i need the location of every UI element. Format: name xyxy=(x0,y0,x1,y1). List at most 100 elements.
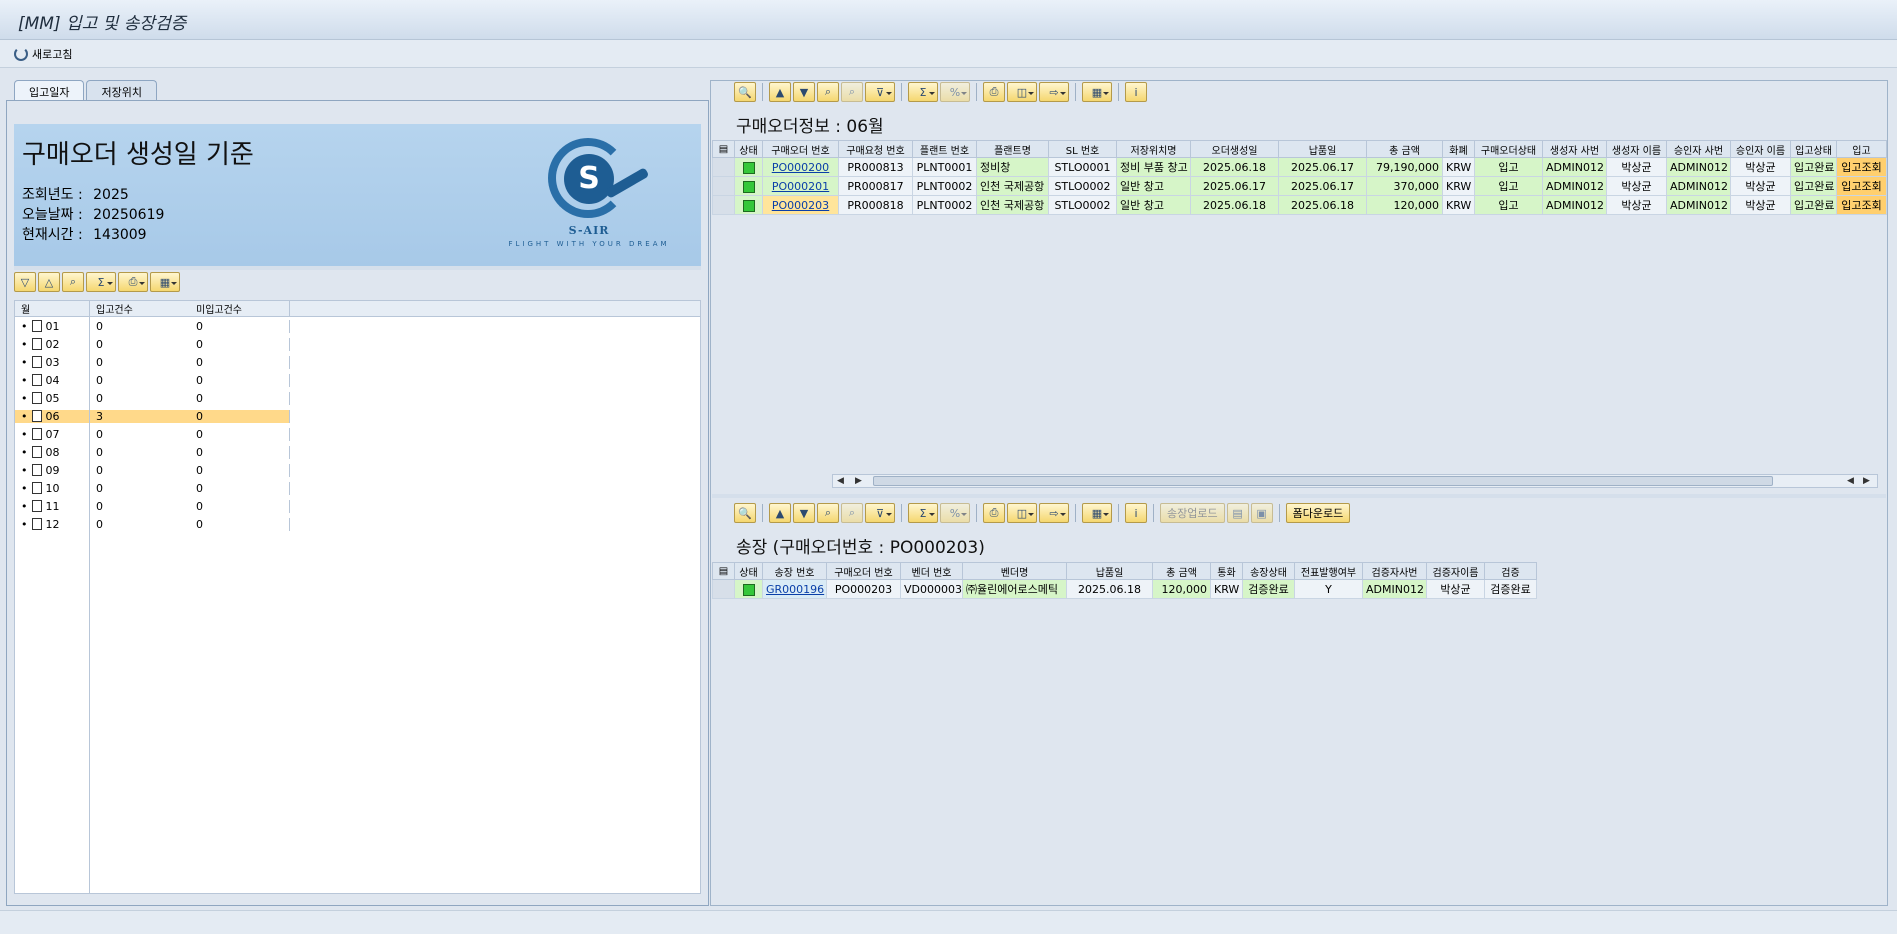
tree-node[interactable]: • 09 0 0 xyxy=(15,461,700,479)
print-icon[interactable]: ⎙ xyxy=(983,503,1005,523)
tree-node[interactable]: • 03 0 0 xyxy=(15,353,700,371)
tree-node[interactable]: • 08 0 0 xyxy=(15,443,700,461)
subtotal-icon[interactable]: % xyxy=(940,82,970,102)
banner-splitter[interactable] xyxy=(14,266,701,270)
info-icon[interactable]: i xyxy=(1125,503,1147,523)
scroll-right-icon[interactable]: ▶ xyxy=(855,476,862,486)
form-icon[interactable]: ▤ xyxy=(1226,503,1249,523)
find-next-icon[interactable]: ⌕ xyxy=(841,503,863,523)
tree-month-cell[interactable]: • 07 xyxy=(15,427,90,441)
tree-node[interactable]: • 10 0 0 xyxy=(15,479,700,497)
filter-icon[interactable]: ⊽ xyxy=(865,82,895,102)
scroll-page-left-icon[interactable]: ◀ xyxy=(1847,476,1854,486)
layout-icon[interactable]: ▦ xyxy=(1082,82,1112,102)
invoice-col-header[interactable]: 통화 xyxy=(1210,562,1243,580)
po-col-header[interactable]: 화폐 xyxy=(1442,140,1475,158)
po-col-header[interactable]: 플랜트 번호 xyxy=(912,140,977,158)
tree-month-cell[interactable]: • 02 xyxy=(15,337,90,351)
layout-corner-icon[interactable]: ▤ xyxy=(712,562,735,580)
expand-all-icon[interactable]: ▽ xyxy=(14,272,36,292)
tree-node[interactable]: • 11 0 0 xyxy=(15,497,700,515)
find-icon[interactable]: ⌕ xyxy=(817,82,839,102)
sort-desc-icon[interactable]: ▼ xyxy=(793,82,815,102)
scroll-left-icon[interactable]: ◀ xyxy=(837,476,844,486)
po-link-text[interactable]: PO000201 xyxy=(772,180,829,193)
invoice-col-header[interactable]: 검증자이름 xyxy=(1426,562,1485,580)
po-number-link[interactable]: PO000200 xyxy=(762,157,839,177)
po-link-text[interactable]: PO000203 xyxy=(772,199,829,212)
sort-asc-icon[interactable]: ▲ xyxy=(769,503,791,523)
tree-node[interactable]: • 12 0 0 xyxy=(15,515,700,533)
po-col-header[interactable]: 저장위치명 xyxy=(1116,140,1191,158)
collapse-all-icon[interactable]: △ xyxy=(38,272,60,292)
tree-node[interactable]: • 07 0 0 xyxy=(15,425,700,443)
refresh-button[interactable]: 새로고침 xyxy=(14,45,72,63)
invoice-row[interactable]: GR000196 PO000203 VD000003 ㈜율린에어로스메틱 2025.06… xyxy=(712,579,1537,599)
tree-node[interactable]: • 02 0 0 xyxy=(15,335,700,353)
po-col-header[interactable]: 승인자 이름 xyxy=(1730,140,1791,158)
tree-month-cell[interactable]: • 01 xyxy=(15,319,90,333)
tree-month-cell[interactable]: • 04 xyxy=(15,373,90,387)
po-col-header[interactable]: 입고상태 xyxy=(1790,140,1837,158)
invoice-col-header[interactable]: 납품일 xyxy=(1066,562,1153,580)
details-icon[interactable]: 🔍 xyxy=(734,503,756,523)
po-col-header[interactable]: 총 금액 xyxy=(1366,140,1443,158)
po-col-header[interactable]: 플랜트명 xyxy=(976,140,1049,158)
po-col-header[interactable]: 구매요청 번호 xyxy=(838,140,913,158)
filter-icon[interactable]: ⊽ xyxy=(865,503,895,523)
po-col-header[interactable]: SL 번호 xyxy=(1048,140,1117,158)
tab-storage-location[interactable]: 저장위치 xyxy=(86,80,157,101)
po-link-text[interactable]: PO000200 xyxy=(772,161,829,174)
tree-month-cell[interactable]: • 06 xyxy=(15,409,90,423)
invoice-col-header[interactable]: 총 금액 xyxy=(1152,562,1211,580)
export-icon[interactable]: ⇨ xyxy=(1039,503,1069,523)
tree-month-cell[interactable]: • 09 xyxy=(15,463,90,477)
po-row[interactable]: PO000201 PR000817 PLNT0002 인천 국제공항 STLO0002 일… xyxy=(712,176,1887,196)
invoice-col-header[interactable]: 검증자사번 xyxy=(1362,562,1427,580)
invoice-link-text[interactable]: GR000196 xyxy=(766,583,824,596)
po-horizontal-scrollbar[interactable]: ◀ ▶ ◀ ▶ xyxy=(832,474,1878,488)
invoice-col-header[interactable]: 검증 xyxy=(1484,562,1537,580)
gr-view-button[interactable]: 입고조회 xyxy=(1836,157,1887,177)
row-selector[interactable] xyxy=(712,157,735,177)
tree-node[interactable]: • 05 0 0 xyxy=(15,389,700,407)
gr-view-button[interactable]: 입고조회 xyxy=(1836,195,1887,215)
invoice-col-header[interactable]: 상태 xyxy=(734,562,763,580)
sort-desc-icon[interactable]: ▼ xyxy=(793,503,815,523)
find-icon[interactable]: ⌕ xyxy=(817,503,839,523)
scroll-page-right-icon[interactable]: ▶ xyxy=(1863,476,1870,486)
tree-month-cell[interactable]: • 03 xyxy=(15,355,90,369)
po-col-header[interactable]: 입고 xyxy=(1836,140,1887,158)
invoice-col-header[interactable]: 구매오더 번호 xyxy=(826,562,901,580)
export-icon[interactable]: ⇨ xyxy=(1039,82,1069,102)
invoice-col-header[interactable]: 벤더 번호 xyxy=(900,562,963,580)
po-col-header[interactable]: 오더생성일 xyxy=(1190,140,1279,158)
sum-icon[interactable]: Σ xyxy=(908,503,938,523)
tree-node[interactable]: • 06 3 0 xyxy=(15,407,700,425)
sum-icon[interactable]: Σ xyxy=(908,82,938,102)
layout-icon[interactable]: ▦ xyxy=(1082,503,1112,523)
po-col-header[interactable]: 납품일 xyxy=(1278,140,1367,158)
scroll-thumb[interactable] xyxy=(873,476,1773,486)
layout-corner-icon[interactable]: ▤ xyxy=(712,140,735,158)
row-selector[interactable] xyxy=(712,579,735,599)
po-row[interactable]: PO000200 PR000813 PLNT0001 정비창 STLO0001 정비 부품… xyxy=(712,157,1887,177)
po-number-link[interactable]: PO000201 xyxy=(762,176,839,196)
tab-receipt-date[interactable]: 입고일자 xyxy=(14,80,85,102)
invoice-upload-button[interactable]: 송장업로드 xyxy=(1160,503,1225,523)
po-col-header[interactable]: 승인자 사번 xyxy=(1666,140,1731,158)
views-icon[interactable]: ◫ xyxy=(1007,82,1037,102)
tree-month-cell[interactable]: • 05 xyxy=(15,391,90,405)
invoice-number-link[interactable]: GR000196 xyxy=(762,579,827,599)
info-icon[interactable]: i xyxy=(1125,82,1147,102)
views-icon[interactable]: ◫ xyxy=(1007,503,1037,523)
sort-asc-icon[interactable]: ▲ xyxy=(769,82,791,102)
form-download-button[interactable]: 폼다운로드 xyxy=(1285,503,1351,523)
invoice-col-header[interactable]: 송장 번호 xyxy=(762,562,827,580)
print-icon[interactable]: ⎙ xyxy=(983,82,1005,102)
tree-month-cell[interactable]: • 12 xyxy=(15,517,90,531)
find-icon[interactable]: ⌕ xyxy=(62,272,84,292)
tree-month-cell[interactable]: • 10 xyxy=(15,481,90,495)
po-col-header[interactable]: 생성자 이름 xyxy=(1606,140,1667,158)
po-col-header[interactable]: 생성자 사번 xyxy=(1542,140,1607,158)
